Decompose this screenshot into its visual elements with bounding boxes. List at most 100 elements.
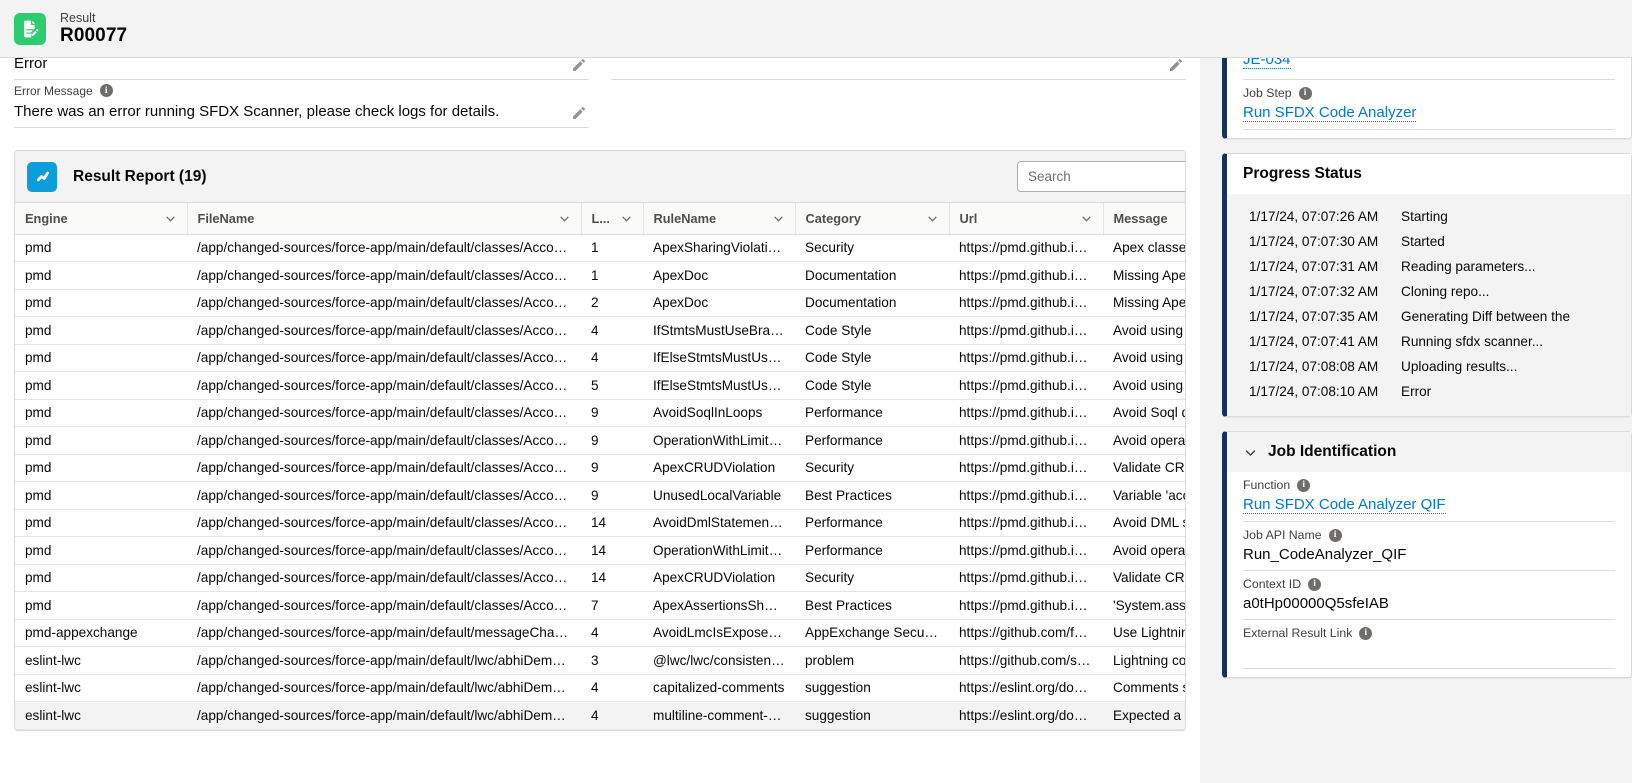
- column-header-engine[interactable]: Engine: [15, 203, 188, 235]
- progress-entry-time: 1/17/24, 07:07:26 AM: [1249, 209, 1379, 224]
- info-icon[interactable]: i: [1359, 626, 1373, 640]
- cell-line: 9: [581, 426, 643, 455]
- column-header-url[interactable]: Url: [949, 203, 1104, 235]
- cell-engine: pmd: [15, 564, 187, 592]
- table-row[interactable]: eslint-lwc/app/changed-sources/force-app…: [15, 701, 1185, 730]
- edit-pencil-icon[interactable]: [571, 105, 587, 121]
- field-value-link[interactable]: Run SFDX Code Analyzer QIF: [1243, 496, 1446, 514]
- field-label: External Result Link i: [1243, 626, 1615, 640]
- cell-url: https://github.com/sa…: [949, 646, 1103, 675]
- progress-entry-message: Running sfdx scanner...: [1401, 334, 1544, 349]
- cell-category: Documentation: [795, 261, 949, 290]
- cell-category: Code Style: [795, 316, 949, 345]
- chevron-down-icon[interactable]: [164, 212, 177, 225]
- result-report-table: Engine FileName L... RuleName Category U…: [15, 203, 1185, 730]
- cell-url: https://pmd.github.io/…: [949, 344, 1103, 372]
- chevron-down-icon[interactable]: [1243, 445, 1258, 460]
- cell-engine: eslint-lwc: [15, 646, 187, 675]
- table-row[interactable]: pmd/app/changed-sources/force-app/main/d…: [15, 261, 1185, 290]
- job-entry-link[interactable]: JE-034: [1243, 58, 1291, 69]
- chevron-down-icon[interactable]: [772, 212, 785, 225]
- table-row[interactable]: pmd/app/changed-sources/force-app/main/d…: [15, 591, 1185, 620]
- record-header: Result R00077: [0, 0, 1632, 58]
- info-icon[interactable]: i: [1328, 528, 1342, 542]
- job-step-link[interactable]: Run SFDX Code Analyzer: [1243, 104, 1417, 122]
- salesforce-record-page: Result R00077 Progress Status i Error: [0, 0, 1632, 783]
- job-step-card: JE-034 Job Step i Run SFDX Code Analyzer: [1222, 58, 1632, 139]
- cell-filename: /app/changed-sources/force-app/main/defa…: [187, 591, 581, 620]
- cell-message: Variable 'account…: [1103, 481, 1185, 510]
- progress-status-entry: 1/17/24, 07:07:30 AM Started: [1227, 229, 1631, 254]
- cell-rulename: AvoidDmlStatementsI…: [643, 509, 795, 537]
- chevron-down-icon[interactable]: [926, 212, 939, 225]
- table-row[interactable]: pmd/app/changed-sources/force-app/main/d…: [15, 344, 1185, 372]
- field-value: There was an error running SFDX Scanner,…: [14, 103, 500, 120]
- table-row[interactable]: pmd/app/changed-sources/force-app/main/d…: [15, 426, 1185, 455]
- column-header-rulename[interactable]: RuleName: [643, 203, 796, 235]
- info-icon[interactable]: i: [1297, 478, 1311, 492]
- column-header-message[interactable]: Message: [1103, 203, 1185, 235]
- record-detail-fields: Progress Status i Error Error Message i: [0, 58, 1200, 128]
- progress-status-entry: 1/17/24, 07:07:26 AM Starting: [1227, 204, 1631, 229]
- table-row[interactable]: pmd/app/changed-sources/force-app/main/d…: [15, 234, 1185, 262]
- table-row[interactable]: pmd/app/changed-sources/force-app/main/d…: [15, 509, 1185, 537]
- job-identification-header[interactable]: Job Identification: [1227, 432, 1631, 472]
- cell-url: https://pmd.github.io/…: [949, 591, 1103, 620]
- cell-line: 14: [581, 564, 643, 592]
- info-icon[interactable]: i: [99, 84, 113, 97]
- progress-entry-message: Uploading results...: [1401, 359, 1518, 374]
- chevron-down-icon[interactable]: [1080, 212, 1093, 225]
- cell-category: Best Practices: [795, 481, 949, 510]
- cell-category: Security: [795, 234, 949, 262]
- table-row[interactable]: pmd/app/changed-sources/force-app/main/d…: [15, 371, 1185, 400]
- table-row[interactable]: pmd/app/changed-sources/force-app/main/d…: [15, 564, 1185, 592]
- progress-entry-message: Generating Diff between the: [1401, 309, 1571, 324]
- table-row[interactable]: pmd/app/changed-sources/force-app/main/d…: [15, 481, 1185, 510]
- field-value: Run SFDX Code Analyzer: [1243, 100, 1615, 122]
- cell-message: Lightning compo…: [1103, 646, 1185, 675]
- table-row[interactable]: pmd/app/changed-sources/force-app/main/d…: [15, 399, 1185, 427]
- cell-category: Performance: [795, 399, 949, 427]
- table-row[interactable]: pmd-appexchange/app/changed-sources/forc…: [15, 619, 1185, 647]
- cell-engine: pmd: [15, 289, 187, 317]
- column-header-filename[interactable]: FileName: [187, 203, 582, 235]
- cell-url: https://pmd.github.io/…: [949, 399, 1103, 427]
- cell-message: Comments shoul…: [1103, 674, 1185, 702]
- cell-filename: /app/changed-sources/force-app/main/defa…: [187, 619, 581, 647]
- cell-line: 4: [581, 344, 643, 372]
- cell-url: https://pmd.github.io/…: [949, 509, 1103, 537]
- edit-pencil-icon[interactable]: [571, 58, 587, 73]
- cell-engine: pmd: [15, 234, 187, 262]
- search-input[interactable]: [1017, 161, 1185, 192]
- info-icon[interactable]: i: [1298, 86, 1312, 100]
- table-row[interactable]: pmd/app/changed-sources/force-app/main/d…: [15, 289, 1185, 317]
- edit-pencil-icon[interactable]: [1168, 58, 1184, 73]
- table-row[interactable]: pmd/app/changed-sources/force-app/main/d…: [15, 536, 1185, 565]
- column-header-category[interactable]: Category: [795, 203, 950, 235]
- chevron-down-icon[interactable]: [620, 212, 633, 225]
- cell-rulename: UnusedLocalVariable: [643, 481, 795, 510]
- info-icon[interactable]: i: [1308, 577, 1322, 591]
- field-label: Job API Name i: [1243, 528, 1615, 542]
- field-grid-row-1: Progress Status i Error Error Message i: [14, 58, 1186, 128]
- cell-filename: /app/changed-sources/force-app/main/defa…: [187, 426, 581, 455]
- cell-rulename: OperationWithLimitsI…: [643, 426, 795, 455]
- progress-entry-time: 1/17/24, 07:08:08 AM: [1249, 359, 1379, 374]
- progress-entry-time: 1/17/24, 07:07:30 AM: [1249, 234, 1379, 249]
- cell-category: suggestion: [795, 674, 949, 702]
- progress-status-entry: 1/17/24, 07:07:35 AM Generating Diff betw…: [1227, 304, 1631, 329]
- field-progress-status: Progress Status i Error: [14, 58, 589, 80]
- table-row[interactable]: pmd/app/changed-sources/force-app/main/d…: [15, 316, 1185, 345]
- table-row[interactable]: eslint-lwc/app/changed-sources/force-app…: [15, 674, 1185, 702]
- cell-rulename: ApexCRUDViolation: [643, 454, 795, 482]
- column-header-line[interactable]: L...: [581, 203, 644, 235]
- table-row[interactable]: pmd/app/changed-sources/force-app/main/d…: [15, 454, 1185, 482]
- table-row[interactable]: eslint-lwc/app/changed-sources/force-app…: [15, 646, 1185, 675]
- cell-filename: /app/changed-sources/force-app/main/defa…: [187, 234, 581, 262]
- chevron-down-icon[interactable]: [558, 212, 571, 225]
- column-label: FileName: [197, 210, 255, 226]
- field-label: Job Step i: [1243, 86, 1615, 100]
- cell-engine: pmd: [15, 426, 187, 455]
- cell-rulename: AvoidLmcIsExposedT…: [643, 619, 795, 647]
- cell-category: Code Style: [795, 344, 949, 372]
